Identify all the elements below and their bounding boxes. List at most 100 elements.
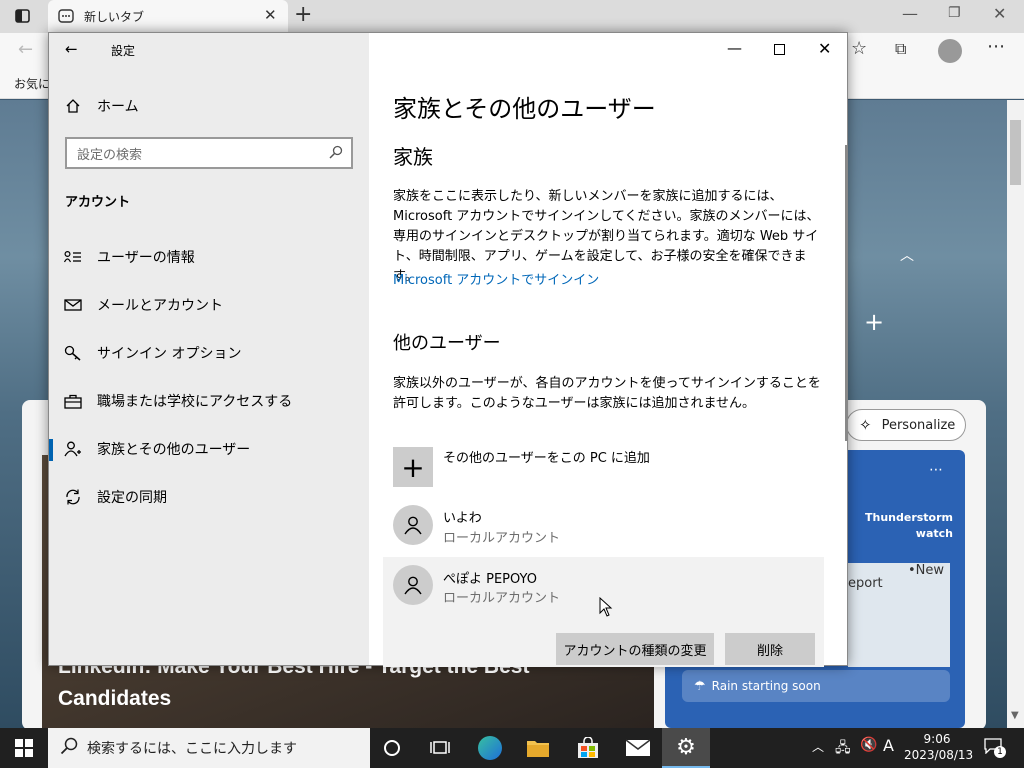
- weather-map[interactable]: eport •New: [848, 563, 950, 667]
- briefcase-icon: [49, 394, 97, 409]
- nav-signin-options-label: サインイン オプション: [97, 346, 242, 362]
- nav-home-label: ホーム: [97, 99, 139, 115]
- browser-minimize-icon[interactable]: —: [902, 4, 918, 23]
- page-scrollbar[interactable]: ▼: [1007, 100, 1024, 728]
- windows-logo-icon: [15, 739, 33, 757]
- minimize-icon[interactable]: —: [727, 39, 742, 57]
- folder-icon: [527, 741, 549, 757]
- browser-close-icon[interactable]: ✕: [993, 4, 1006, 23]
- back-arrow-icon[interactable]: ←: [65, 40, 78, 58]
- user-account-type: ローカルアカウント: [443, 531, 561, 546]
- settings-nav-pane: ← 設定 ホーム 設定の検索 アカウント ユーザーの情報 メールとアカウント サ…: [49, 33, 369, 665]
- profile-avatar[interactable]: [938, 39, 962, 63]
- scroll-up-chevron-icon[interactable]: ︿: [900, 245, 914, 265]
- store-icon: [578, 737, 598, 758]
- settings-search-placeholder: 設定の検索: [77, 147, 143, 163]
- task-view-icon: [430, 741, 450, 754]
- user-account-type: ローカルアカウント: [443, 591, 561, 606]
- user-name: ぺぽよ PEPOYO: [443, 572, 538, 587]
- nav-sync-settings[interactable]: 設定の同期: [49, 477, 369, 517]
- scroll-down-arrow-icon[interactable]: ▼: [1011, 710, 1019, 721]
- personalize-icon: ✧: [859, 416, 872, 434]
- delete-user-button[interactable]: 削除: [725, 633, 815, 665]
- nav-work-school[interactable]: 職場または学校にアクセスする: [49, 381, 369, 421]
- personalize-button[interactable]: ✧ Personalize: [846, 409, 966, 441]
- cortana-button[interactable]: [368, 728, 416, 768]
- taskbar-search-icon: [60, 737, 78, 759]
- browser-tab-strip: 新しいタブ ✕ + — ❐ ✕: [0, 0, 1024, 33]
- clock-time: 9:06: [923, 732, 951, 746]
- nav-signin-options[interactable]: サインイン オプション: [49, 333, 369, 373]
- clock[interactable]: 9:06 2023/08/13: [904, 731, 974, 763]
- action-center-button[interactable]: 1: [984, 738, 1006, 758]
- notification-badge: 1: [994, 746, 1006, 758]
- settings-taskbar-button[interactable]: ⚙: [662, 728, 710, 768]
- volume-muted-icon[interactable]: 🔇: [860, 737, 877, 753]
- nav-mail-accounts-label: メールとアカウント: [97, 298, 223, 314]
- mail-app-icon: [626, 739, 650, 756]
- weather-alert[interactable]: Thunderstorm watch: [843, 510, 953, 542]
- maximize-icon[interactable]: [774, 44, 785, 55]
- nav-sync-settings-label: 設定の同期: [97, 490, 167, 506]
- collections-icon[interactable]: ⧉: [895, 39, 906, 59]
- tab-actions-icon[interactable]: [14, 8, 32, 24]
- microsoft-signin-link[interactable]: Microsoft アカウントでサインイン: [393, 269, 599, 288]
- user-name: いよわ: [443, 511, 482, 526]
- edge-taskbar-button[interactable]: [466, 728, 514, 768]
- nav-work-school-label: 職場または学校にアクセスする: [97, 394, 293, 410]
- browser-restore-icon[interactable]: ❐: [948, 5, 961, 21]
- rain-forecast[interactable]: ☂ Rain starting soon: [682, 670, 950, 702]
- mail-taskbar-button[interactable]: [614, 728, 662, 768]
- gear-icon: ⚙: [676, 734, 696, 760]
- cortana-icon: [384, 740, 400, 756]
- family-user-icon: [49, 441, 97, 457]
- taskbar-search-placeholder: 検索するには、ここに入力します: [87, 741, 297, 757]
- more-menu-icon[interactable]: ⋯: [987, 36, 1005, 57]
- back-icon[interactable]: ←: [18, 39, 33, 60]
- nav-home[interactable]: ホーム: [49, 86, 369, 126]
- clock-date: 2023/08/13: [904, 748, 974, 762]
- home-icon: [49, 98, 97, 114]
- nav-user-info[interactable]: ユーザーの情報: [49, 237, 369, 277]
- other-users-description: 家族以外のユーザーが、各自のアカウントを使ってサインインすることを許可します。こ…: [393, 376, 821, 411]
- newtab-favicon-icon: [58, 8, 74, 24]
- taskbar-search-box[interactable]: 検索するには、ここに入力します: [48, 728, 370, 768]
- family-heading: 家族: [393, 145, 433, 169]
- section-label: アカウント: [65, 195, 131, 210]
- change-account-type-button[interactable]: アカウントの種類の変更: [556, 633, 714, 665]
- nav-family-users[interactable]: 家族とその他のユーザー: [49, 429, 369, 469]
- rain-text: Rain starting soon: [711, 679, 821, 693]
- nav-family-users-label: 家族とその他のユーザー: [97, 442, 251, 458]
- mouse-cursor-icon: [599, 596, 613, 617]
- close-icon[interactable]: ✕: [818, 39, 831, 58]
- add-user-label: その他のユーザーをこの PC に追加: [443, 451, 650, 466]
- nav-mail-accounts[interactable]: メールとアカウント: [49, 285, 369, 325]
- weather-more-icon[interactable]: ⋯: [929, 462, 943, 478]
- task-view-button[interactable]: [416, 728, 464, 768]
- start-button[interactable]: [0, 728, 48, 768]
- favorites-icon[interactable]: ☆: [851, 38, 867, 59]
- ime-indicator[interactable]: A: [883, 736, 894, 755]
- page-scrollbar-thumb[interactable]: [1010, 120, 1021, 185]
- favorites-bar-label[interactable]: お気に: [14, 75, 50, 92]
- add-shortcut-icon[interactable]: +: [864, 308, 884, 336]
- umbrella-icon: ☂: [694, 678, 706, 694]
- network-icon[interactable]: 🖧: [835, 737, 851, 761]
- mail-icon: [49, 298, 97, 312]
- explorer-taskbar-button[interactable]: [514, 728, 562, 768]
- key-icon: [49, 345, 97, 361]
- new-tab-icon[interactable]: +: [294, 2, 312, 27]
- add-user-row[interactable]: + その他のユーザーをこの PC に追加: [393, 445, 823, 489]
- user-row[interactable]: いよわ ローカルアカウント: [393, 503, 823, 547]
- tray-chevron-icon[interactable]: ︿: [812, 738, 824, 755]
- settings-window: ← 設定 ホーム 設定の検索 アカウント ユーザーの情報 メールとアカウント サ…: [48, 32, 848, 667]
- browser-tab[interactable]: 新しいタブ ✕: [48, 0, 288, 33]
- settings-search-input[interactable]: 設定の検索: [65, 137, 353, 169]
- taskbar: 検索するには、ここに入力します ⚙ ︿ 🖧 🔇 A 9:06 2023/08/1…: [0, 728, 1024, 768]
- window-title: 設定: [111, 44, 136, 58]
- personalize-label: Personalize: [881, 417, 956, 433]
- content-scrollbar[interactable]: [845, 145, 847, 441]
- other-users-heading: 他のユーザー: [393, 333, 501, 354]
- tab-close-icon[interactable]: ✕: [264, 6, 277, 24]
- store-taskbar-button[interactable]: [564, 728, 612, 768]
